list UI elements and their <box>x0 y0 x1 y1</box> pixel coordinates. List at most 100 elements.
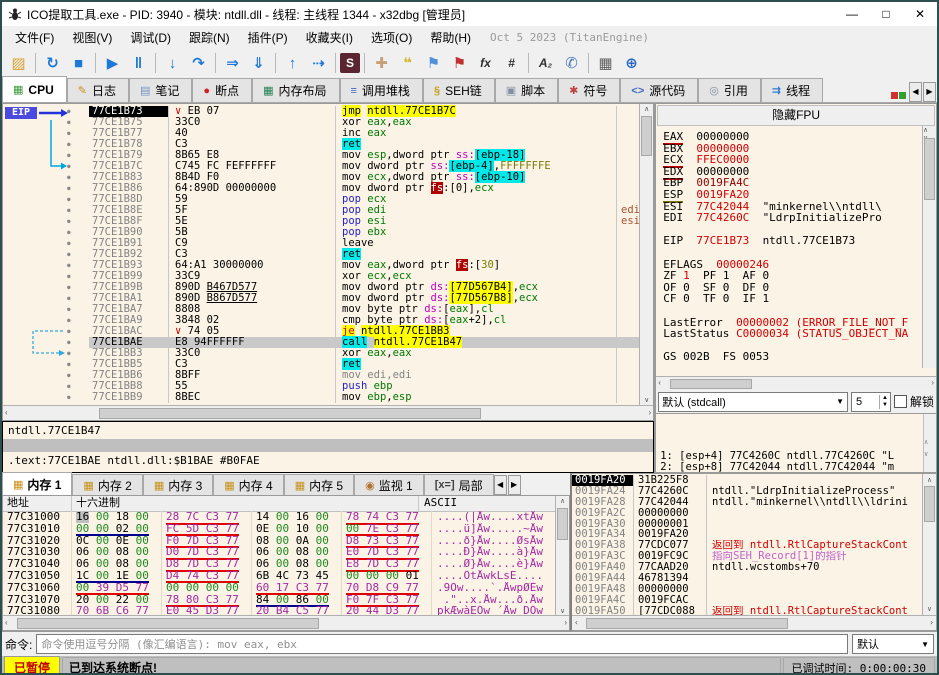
tab-scroll-right-button[interactable]: ▶ <box>923 82 936 102</box>
arguments-vertical-scrollbar[interactable]: ∧ ∨ <box>923 414 936 472</box>
tab-dump-5[interactable]: ▦ 内存 5 <box>283 474 355 495</box>
bookmark-icon[interactable]: ⚑ <box>447 51 472 75</box>
disasm-horizontal-scrollbar[interactable]: ‹ › <box>3 405 654 420</box>
label-icon[interactable]: ⚑ <box>421 51 446 75</box>
menu-item[interactable]: 帮助(H) <box>421 27 480 48</box>
tab-scroll-left-button[interactable]: ◀ <box>909 82 922 102</box>
step-into-icon[interactable]: ↓ <box>160 51 185 75</box>
menu-item[interactable]: 跟踪(N) <box>180 27 239 48</box>
disasm-comment <box>617 172 639 183</box>
dump-tab-scroll-right-button[interactable]: ▶ <box>507 475 521 495</box>
tab-references[interactable]: ◎ 引用 <box>698 78 761 102</box>
comment-icon[interactable]: ❝ <box>395 51 420 75</box>
disasm-row[interactable]: 77CE1BB333C0xor eax,eax <box>67 348 639 359</box>
menu-item[interactable]: 插件(P) <box>239 27 297 48</box>
stack-pane[interactable]: 0019FA20 31B225F8 0019FA24 77C4260C ntdll."L… <box>570 473 937 631</box>
disasm-comment <box>617 282 639 293</box>
stack-vertical-scrollbar[interactable]: ∧ ∨ <box>922 474 936 616</box>
registers-vertical-scrollbar[interactable]: ∧∨ <box>922 126 936 368</box>
tab-breakpoints[interactable]: ● 断点 <box>192 78 253 102</box>
disasm-row[interactable]: 77CE1B91C9leave <box>67 238 639 249</box>
register-line[interactable]: LastStatus C0000034 (STATUS_OBJECT_NA <box>663 328 936 340</box>
menu-item[interactable]: 文件(F) <box>6 27 63 48</box>
stack-row[interactable]: 0019FA2C 00000000 <box>572 507 922 519</box>
tab-script[interactable]: ▣ 脚本 <box>494 78 559 102</box>
stack-horizontal-scrollbar[interactable]: ‹ › <box>572 615 936 630</box>
tab-call-stack[interactable]: ≡ 调用堆栈 <box>339 78 423 102</box>
stack-comment <box>706 518 922 530</box>
menu-item[interactable]: 调试(D) <box>121 27 180 48</box>
command-profile-dropdown[interactable]: 默认 ▼ <box>852 634 934 654</box>
tab-notes[interactable]: ▤ 笔记 <box>128 78 193 102</box>
trace-into-icon[interactable]: ⇓ <box>246 51 271 75</box>
tab-dump-1[interactable]: ▦ 内存 1 <box>2 472 73 495</box>
register-line[interactable]: EIP 77CE1B73 ntdll.77CE1B73 <box>663 235 936 247</box>
disasm-vertical-scrollbar[interactable]: ∧ ∨ <box>639 104 654 405</box>
patch-icon[interactable]: ✚ <box>369 51 394 75</box>
run-icon[interactable]: ▶ <box>100 51 125 75</box>
command-input[interactable] <box>36 634 848 654</box>
execute-till-return-icon[interactable]: ⇒ <box>220 51 245 75</box>
tab-cpu[interactable]: ▦ CPU <box>2 76 67 102</box>
font-icon[interactable]: A₂ <box>533 51 558 75</box>
tab-symbols[interactable]: ✱ 符号 <box>558 78 621 102</box>
tab-dump-3[interactable]: ▦ 内存 3 <box>142 474 214 495</box>
disasm-instruction: leave <box>336 238 617 249</box>
disassembly-pane[interactable]: 77CE1B73∨ EB 07jmp ntdll.77CE1B7C77CE1B7… <box>2 103 655 421</box>
tab-threads[interactable]: ⇉ 线程 <box>760 78 824 102</box>
depth-spinner[interactable]: 5 ▲ ▼ <box>850 391 891 412</box>
dump-view[interactable]: 地址 十六进制 ASCII 77C31000 16 00 18 00 28 7C C… <box>2 495 570 631</box>
menu-item[interactable]: 选项(O) <box>362 27 421 48</box>
register-line[interactable]: GS 002B FS 0053 <box>663 351 936 363</box>
toolbar-separator <box>155 53 156 73</box>
step-out-icon[interactable]: ↑ <box>280 51 305 75</box>
disasm-comment: edi <box>621 205 640 216</box>
registers-list[interactable]: EAX 00000000 EBX 00000000 ECX FFEC0000 EDX … <box>656 127 936 376</box>
dump-tab-scroll-left-button[interactable]: ◀ <box>493 475 507 495</box>
maximize-button[interactable]: □ <box>869 3 903 25</box>
disasm-row[interactable]: 77CE1BB98BECmov ebp,esp <box>67 392 639 403</box>
register-line[interactable]: CF 0 TF 0 IF 1 <box>663 293 936 305</box>
disasm-row[interactable]: 77CE1B7740inc eax <box>67 128 639 139</box>
close-button[interactable]: ✕ <box>903 3 937 25</box>
stack-comment: ntdll.wcstombs+70 <box>706 562 922 574</box>
patches-blocks-icon[interactable] <box>891 88 906 102</box>
function-icon[interactable]: fx <box>473 51 498 75</box>
calculator-icon[interactable]: ▦ <box>593 51 618 75</box>
dump-rows: 77C31000 16 00 18 00 28 7C C3 77 14 00 16 0… <box>3 511 555 616</box>
dump-horizontal-scrollbar[interactable]: ‹ › <box>3 615 569 630</box>
menu-item[interactable]: 收藏夹(I) <box>297 27 362 48</box>
argument-line[interactable]: 2: [esp+8] 77C42044 ntdll.77C42044 "m <box>660 461 936 472</box>
hide-fpu-button[interactable]: 隐藏FPU <box>657 105 935 126</box>
tab-dump-4[interactable]: ▦ 内存 4 <box>213 474 284 495</box>
arguments-pane[interactable]: ∧ ∨ 1: [esp+4] 77C4260C ntdll.77C4260C "L… <box>656 413 936 472</box>
disasm-instruction: inc eax <box>336 128 617 139</box>
tab-dump-2[interactable]: ▦ 内存 2 <box>72 474 143 495</box>
restart-icon[interactable]: ↻ <box>40 51 65 75</box>
step-over-icon[interactable]: ↷ <box>186 51 211 75</box>
tab-memory-map[interactable]: ▦ 内存布局 <box>252 78 340 102</box>
register-line[interactable]: EDI 77C4260C "LdrpInitializePro <box>663 212 936 224</box>
unlock-checkbox[interactable] <box>893 395 907 408</box>
seh-chain-icon[interactable]: S <box>340 53 360 73</box>
tab-seh[interactable]: § SEH链 <box>422 78 495 102</box>
tab-locals[interactable]: [x=] 局部 <box>423 474 494 495</box>
globe-icon[interactable]: ⊕ <box>619 51 644 75</box>
stop-icon[interactable]: ■ <box>66 51 91 75</box>
notify-icon[interactable]: ✆ <box>559 51 584 75</box>
run-to-user-code-icon[interactable]: ⇢ <box>306 51 331 75</box>
toolbar: ▨ ↻ ■ ▶ ‖ ↓ ↷ ⇒ ⇓ ↑ ⇢ S ✚ ❝ ⚑ ⚑ fx # A₂ ✆ ▦ ⊕ <box>2 48 937 78</box>
dump-vertical-scrollbar[interactable]: ∧ ∨ <box>555 496 569 616</box>
minimize-button[interactable]: — <box>835 3 869 25</box>
tab-source[interactable]: <> 源代码 <box>620 78 699 102</box>
tab-log[interactable]: ✎ 日志 <box>66 78 129 102</box>
tab-label: 脚本 <box>521 84 546 98</box>
open-file-icon[interactable]: ▨ <box>6 51 31 75</box>
convention-dropdown[interactable]: 默认 (stdcall) ▼ <box>658 391 848 412</box>
pause-icon[interactable]: ‖ <box>126 51 151 75</box>
tab-watch-1[interactable]: ◉ 监视 1 <box>354 474 424 495</box>
registers-horizontal-scrollbar[interactable]: ‹ › <box>656 376 936 390</box>
hash-icon[interactable]: # <box>499 51 524 75</box>
bottom-panels: ▦ 内存 1 ▦ 内存 2 ▦ 内存 3 ▦ 内存 4 ▦ 内存 5 ◉ 监视 1 [x=] 局部 ◀ ▶ 地… <box>2 472 937 631</box>
menu-item[interactable]: 视图(V) <box>63 27 121 48</box>
